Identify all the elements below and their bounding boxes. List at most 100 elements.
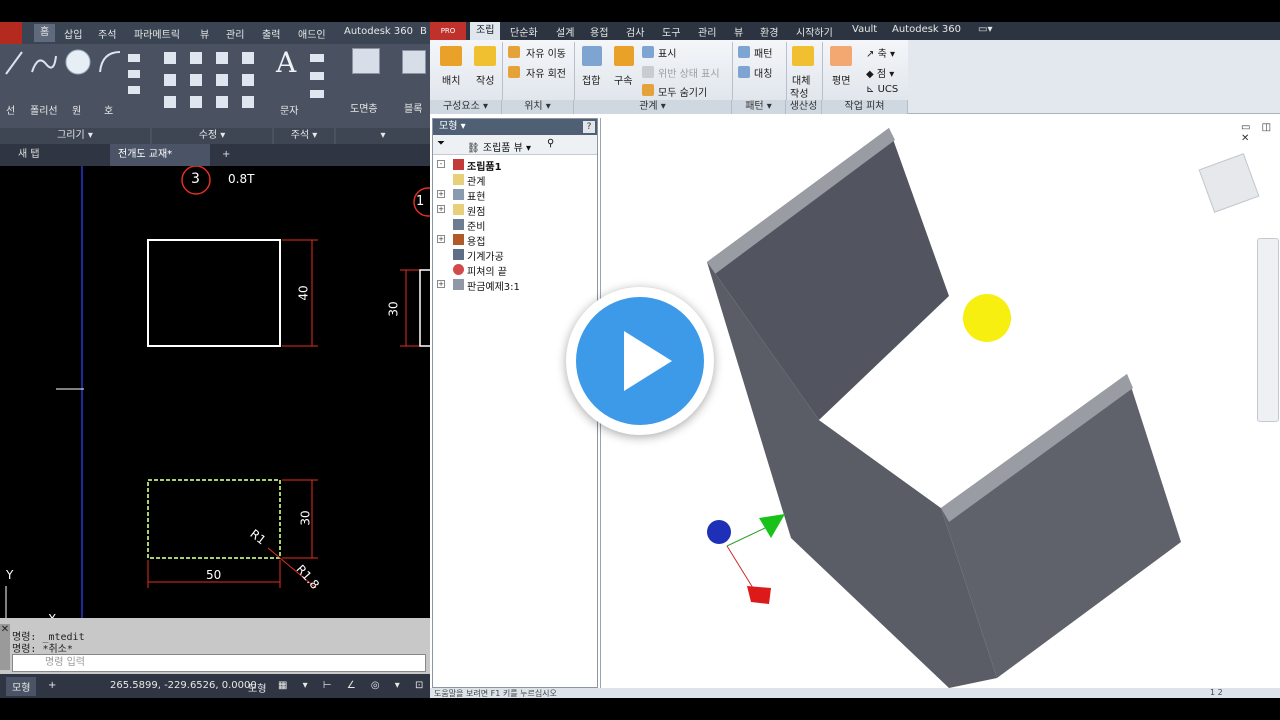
- group-position[interactable]: 위치 ▾: [502, 100, 574, 114]
- tab-manage[interactable]: 관리: [226, 26, 244, 41]
- polyline-icon[interactable]: [30, 50, 58, 76]
- copy-replace-icon[interactable]: [792, 46, 814, 66]
- tree-item-end-of-features[interactable]: 피쳐의 끝: [433, 262, 597, 278]
- tab-weld[interactable]: 용접: [590, 24, 608, 39]
- free-rotate-icon[interactable]: [508, 66, 520, 78]
- tab-autodesk360[interactable]: Autodesk 360: [892, 24, 961, 35]
- play-button[interactable]: [566, 287, 714, 435]
- layer-icon[interactable]: [352, 48, 380, 74]
- tree-item-representations[interactable]: + 표현: [433, 187, 597, 203]
- navigation-bar[interactable]: [1257, 238, 1279, 422]
- group-component[interactable]: 구성요소 ▾: [430, 100, 502, 114]
- constrain-button-label[interactable]: 구속: [614, 72, 632, 87]
- tab-environments[interactable]: 환경: [760, 24, 778, 39]
- video-camera-icon[interactable]: ▭▾: [978, 24, 992, 35]
- small-draw-tools[interactable]: [128, 50, 148, 120]
- hide-all-label[interactable]: 모두 숨기기: [658, 84, 707, 99]
- tree-item-sheetmetal-part[interactable]: + 판금예제3:1: [433, 277, 597, 293]
- pattern-icon[interactable]: [738, 46, 750, 58]
- plane-button-label[interactable]: 평면: [832, 72, 850, 87]
- constrain-icon[interactable]: [614, 46, 634, 66]
- tab-autodesk360[interactable]: Autodesk 360: [344, 26, 413, 37]
- place-button-label[interactable]: 배치: [442, 72, 460, 87]
- file-tab-drawing[interactable]: 전개도 교재*: [110, 144, 210, 166]
- group-work-features[interactable]: 작업 피쳐: [822, 100, 908, 114]
- tree-item-assembly[interactable]: - 조립품1: [433, 157, 597, 173]
- arc-button-label[interactable]: 호: [104, 102, 113, 117]
- group-pattern[interactable]: 패턴 ▾: [732, 100, 786, 114]
- joint-icon[interactable]: [582, 46, 602, 66]
- mirror-label[interactable]: 대칭: [754, 65, 772, 80]
- tab-assemble[interactable]: 조립: [470, 22, 501, 40]
- tab-view[interactable]: 뷰: [200, 26, 209, 41]
- expand-toggle[interactable]: +: [437, 190, 445, 198]
- copy-replace-label-2[interactable]: 작성: [790, 85, 808, 100]
- file-tab-new[interactable]: 새 탭: [10, 144, 48, 166]
- tab-home[interactable]: 홈: [34, 24, 56, 42]
- group-draw[interactable]: 그리기 ▾: [0, 128, 150, 144]
- mirror-icon[interactable]: [738, 66, 750, 78]
- block-button-label[interactable]: 블록: [404, 100, 422, 115]
- circle-button-label[interactable]: 원: [72, 102, 81, 117]
- layer-button-label[interactable]: 도면층: [350, 100, 378, 115]
- tab-inspect[interactable]: 검사: [626, 24, 644, 39]
- close-command-icon[interactable]: ✕: [0, 624, 10, 670]
- show-sick-icon[interactable]: [642, 66, 654, 78]
- modify-tools-grid[interactable]: [160, 48, 270, 124]
- tree-item-welds[interactable]: + 용접: [433, 232, 597, 248]
- text-button-label[interactable]: 문자: [280, 102, 298, 117]
- filter-icon[interactable]: ⏷: [437, 138, 445, 149]
- create-icon[interactable]: [474, 46, 496, 66]
- tab-annotate[interactable]: 주석: [98, 26, 116, 41]
- text-icon[interactable]: A: [276, 46, 296, 79]
- tab-addins[interactable]: 애드인: [298, 26, 326, 41]
- tree-item-machining[interactable]: 기계가공: [433, 247, 597, 263]
- group-relationships[interactable]: 관계 ▾: [574, 100, 732, 114]
- play-button-circle[interactable]: [576, 297, 704, 425]
- line-icon[interactable]: [4, 50, 24, 76]
- free-move-icon[interactable]: [508, 46, 520, 58]
- tab-vault[interactable]: Vault: [852, 24, 877, 35]
- assembly-view-dropdown[interactable]: ⛓ 조립품 뷰 ▾: [467, 139, 531, 154]
- axis-label[interactable]: ↗ 축 ▾: [866, 45, 895, 60]
- model-space-toggle[interactable]: 모형: [248, 680, 266, 695]
- pattern-label[interactable]: 패턴: [754, 45, 772, 60]
- autocad-drawing-area[interactable]: 3 0.8T 1 40 30 30 50 R1 R1.8 Y X: [0, 165, 430, 627]
- create-button-label[interactable]: 작성: [476, 72, 494, 87]
- group-annotate[interactable]: 주석 ▾: [274, 128, 334, 144]
- find-icon[interactable]: ⚲: [547, 138, 554, 149]
- inventor-logo-icon[interactable]: PRO: [430, 22, 466, 40]
- expand-toggle[interactable]: +: [437, 205, 445, 213]
- polyline-button-label[interactable]: 폴리선: [30, 102, 58, 117]
- tab-tools[interactable]: 도구: [662, 24, 680, 39]
- hide-all-icon[interactable]: [642, 84, 654, 96]
- joint-button-label[interactable]: 접합: [582, 72, 600, 87]
- tab-simplify[interactable]: 단순화: [510, 24, 538, 39]
- arc-icon[interactable]: [98, 50, 122, 74]
- line-button-label[interactable]: 선: [6, 102, 15, 117]
- place-icon[interactable]: [440, 46, 462, 66]
- block-icon[interactable]: [402, 50, 426, 74]
- tree-item-origin[interactable]: + 원점: [433, 202, 597, 218]
- browser-header[interactable]: 모형 ▾: [433, 119, 597, 135]
- tab-view[interactable]: 뷰: [734, 24, 743, 39]
- annotation-tools[interactable]: [310, 50, 330, 120]
- free-move-label[interactable]: 자유 이동: [526, 45, 566, 60]
- command-input[interactable]: 명령 입력: [12, 654, 426, 672]
- show-sick-label[interactable]: 위반 상태 표시: [658, 65, 720, 80]
- coordinates-readout[interactable]: 265.5899, -229.6526, 0.0000: [110, 680, 257, 691]
- autocad-logo-icon[interactable]: [0, 22, 22, 44]
- ucs-label[interactable]: ⊾ UCS: [866, 84, 898, 95]
- show-label[interactable]: 표시: [658, 45, 676, 60]
- tab-get-started[interactable]: 시작하기: [796, 24, 833, 39]
- expand-toggle[interactable]: +: [437, 280, 445, 288]
- model-tab[interactable]: 모형: [6, 677, 37, 696]
- tree-item-preparations[interactable]: 준비: [433, 217, 597, 233]
- add-layout-icon[interactable]: +: [48, 680, 56, 691]
- status-toggle-icons[interactable]: ▦ ▾ ⊢ ∠ ◎ ▾ ⊡: [278, 680, 429, 691]
- group-productivity[interactable]: 생산성: [786, 100, 822, 114]
- expand-toggle[interactable]: +: [437, 235, 445, 243]
- browser-help-icon[interactable]: ?: [583, 121, 595, 133]
- free-rotate-label[interactable]: 자유 회전: [526, 65, 566, 80]
- window-controls[interactable]: ▭ ◫ ✕: [1241, 122, 1280, 144]
